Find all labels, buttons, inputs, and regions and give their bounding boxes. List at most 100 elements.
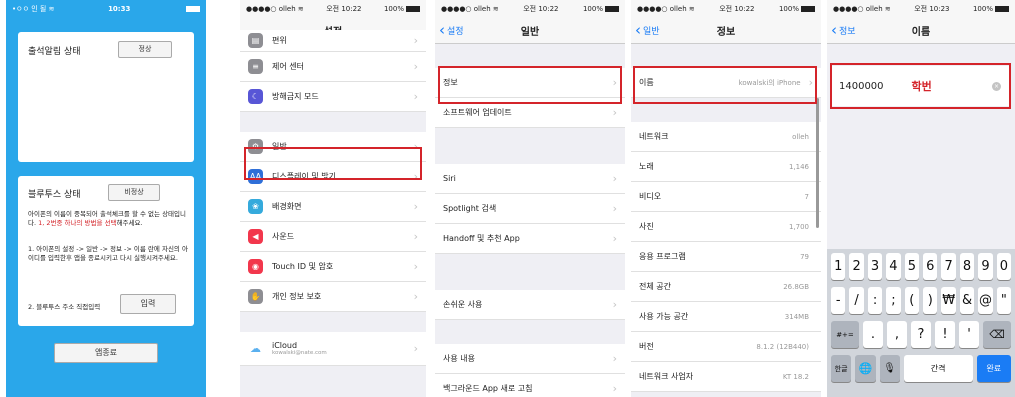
input-button[interactable]: 입력 — [120, 294, 176, 314]
about-row: 비디오 7 — [631, 182, 821, 212]
settings-item-label: 방해금지 모드 — [272, 92, 319, 101]
key[interactable]: . — [863, 321, 883, 348]
settings-item-sound[interactable]: ◀ 사운드 › — [240, 222, 426, 252]
settings-item-icloud[interactable]: ☁ iCloud kowalski@nate.com › — [240, 332, 426, 366]
name-input-value[interactable]: 1400000 — [839, 81, 884, 92]
battery-label: 100% — [778, 4, 799, 13]
row-label: 네트워크 사업자 — [639, 372, 694, 381]
speaker-icon: ◀ — [248, 229, 263, 244]
general-item-accessibility[interactable]: 손쉬운 사용 › — [435, 290, 625, 320]
done-key[interactable]: 완료 — [976, 355, 1012, 382]
settings-item-wallpaper[interactable]: ❀ 배경화면 › — [240, 192, 426, 222]
general-item-background-refresh[interactable]: 백그라운드 App 새로 고침 › — [435, 374, 625, 397]
key[interactable]: ' — [959, 321, 979, 348]
page-title: 이름 — [911, 26, 931, 38]
page-title: 일반 — [520, 26, 540, 38]
key[interactable]: 6 — [923, 253, 938, 280]
row-value: kowalski의 iPhone — [738, 78, 801, 87]
settings-item-dnd[interactable]: ☾ 방해금지 모드 › — [240, 82, 426, 112]
back-button[interactable]: ‹ 설정 — [439, 17, 464, 44]
settings-item-privacy[interactable]: ✋ 개인 정보 보호 › — [240, 282, 426, 312]
chevron-right-icon: › — [413, 34, 418, 47]
key[interactable]: 7 — [941, 253, 956, 280]
key[interactable]: ₩ — [941, 287, 956, 314]
settings-item-general[interactable]: ⚙ 일반 › — [240, 132, 426, 162]
chevron-right-icon: › — [413, 290, 418, 303]
exit-app-button[interactable]: 앱종료 — [54, 343, 158, 363]
settings-item-touchid[interactable]: ◉ Touch ID 및 암호 › — [240, 252, 426, 282]
settings-item-label: 제어 센터 — [272, 62, 304, 71]
back-label: 일반 — [643, 27, 660, 37]
globe-icon[interactable]: 🌐 — [855, 355, 876, 382]
chevron-right-icon: › — [413, 260, 418, 273]
hand-icon: ✋ — [248, 289, 263, 304]
general-item-spotlight[interactable]: Spotlight 검색 › — [435, 194, 625, 224]
key[interactable]: 8 — [959, 253, 975, 280]
back-button[interactable]: ‹ 정보 — [831, 17, 856, 44]
general-item-handoff[interactable]: Handoff 및 추천 App › — [435, 224, 625, 254]
key[interactable]: ? — [911, 321, 931, 348]
about-row: 사진 1,700 — [631, 212, 821, 242]
about-row: 전체 공간 26.8GB — [631, 272, 821, 302]
language-key[interactable]: 한글 — [831, 355, 852, 382]
key[interactable]: , — [887, 321, 907, 348]
settings-item-control-center[interactable]: ≡ 제어 센터 › — [240, 52, 426, 82]
key[interactable]: @ — [978, 287, 993, 314]
icloud-account: kowalski@nate.com — [272, 350, 327, 356]
battery-indicator: 100% — [973, 5, 1009, 13]
name-field[interactable]: 1400000 학번 × — [831, 66, 1009, 106]
settings-item-display[interactable]: AA 디스플레이 및 밝기 › — [240, 162, 426, 192]
keyboard-row-symbols: - / : ; ( ) ₩ & @ " — [829, 287, 1013, 314]
about-row: 네트워크 사업자 KT 18.2 — [631, 362, 821, 392]
moon-icon: ☾ — [248, 89, 263, 104]
key[interactable]: " — [996, 287, 1012, 314]
general-item-about[interactable]: 정보 › — [435, 68, 625, 98]
key[interactable]: - — [831, 287, 846, 314]
symbols-key[interactable]: #+= — [831, 321, 859, 348]
attendance-app-screen: •ㅇㅇ 인 될 ≋ 10:33 출석알림 상태 정상 블루투스 상태 비정상 아… — [6, 0, 206, 397]
settings-item-privacy-top[interactable]: ▤ 편위 › — [240, 30, 426, 52]
chevron-right-icon: › — [612, 202, 617, 215]
key[interactable]: 5 — [904, 253, 920, 280]
battery-label: 100% — [582, 4, 603, 13]
keyboard-row-punct: #+= . , ? ! ' ⌫ — [829, 321, 1013, 348]
about-row: 네트워크 olleh — [631, 122, 821, 152]
nav-bar: ‹ 일반 정보 — [631, 17, 821, 44]
key[interactable]: / — [849, 287, 864, 314]
chevron-left-icon: ‹ — [439, 21, 445, 39]
key[interactable]: : — [867, 287, 883, 314]
clear-icon[interactable]: × — [992, 81, 1001, 91]
chevron-right-icon: › — [413, 200, 418, 213]
row-label: 사진 — [639, 222, 654, 231]
scrollbar[interactable] — [816, 98, 819, 228]
row-value: 1,146 — [788, 162, 809, 171]
key[interactable]: ! — [935, 321, 955, 348]
chevron-left-icon: ‹ — [635, 21, 641, 39]
general-item-software-update[interactable]: 소프트웨어 업데이트 › — [435, 98, 625, 128]
key[interactable]: & — [959, 287, 975, 314]
about-screen: ●●●●○ olleh ≋ 오전 10:22 100% ‹ 일반 정보 이름 kow… — [631, 0, 821, 397]
backspace-icon[interactable]: ⌫ — [983, 321, 1011, 348]
key[interactable]: ( — [904, 287, 920, 314]
microphone-icon[interactable]: 🎙 — [879, 355, 900, 382]
general-list: 정보 › 소프트웨어 업데이트 › Siri › Spotlight 검색 › Hand… — [435, 44, 625, 397]
key[interactable]: ; — [886, 287, 901, 314]
key[interactable]: 1 — [831, 253, 846, 280]
key[interactable]: 3 — [867, 253, 883, 280]
about-row-name[interactable]: 이름 kowalski의 iPhone › — [631, 68, 821, 98]
key[interactable]: 2 — [849, 253, 864, 280]
row-label: 노래 — [639, 162, 654, 171]
general-item-usage[interactable]: 사용 내용 › — [435, 344, 625, 374]
row-value: 8.1.2 (12B440) — [756, 342, 809, 351]
key[interactable]: 4 — [886, 253, 901, 280]
display-icon: AA — [248, 169, 263, 184]
key[interactable]: ) — [923, 287, 938, 314]
chevron-right-icon: › — [612, 298, 617, 311]
key[interactable]: 9 — [978, 253, 993, 280]
space-key[interactable]: 간격 — [903, 355, 973, 382]
key[interactable]: 0 — [996, 253, 1012, 280]
general-item-siri[interactable]: Siri › — [435, 164, 625, 194]
back-button[interactable]: ‹ 일반 — [635, 17, 660, 44]
